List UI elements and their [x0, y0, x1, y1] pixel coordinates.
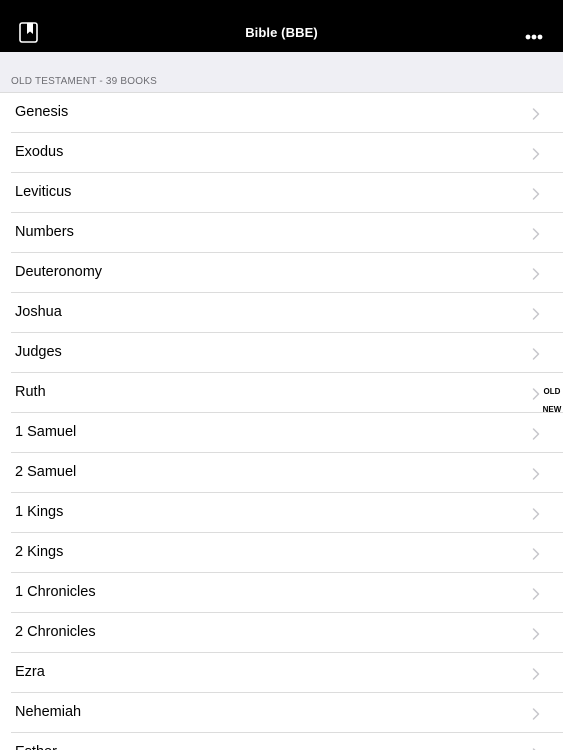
book-name: Joshua [15, 304, 62, 320]
book-name: 1 Chronicles [15, 584, 96, 600]
book-row[interactable]: Ezra [0, 653, 563, 693]
book-name: Leviticus [15, 184, 72, 200]
book-name: Ezra [15, 664, 45, 680]
index-item-old[interactable]: OLD [540, 384, 563, 402]
chevron-right-icon [532, 667, 540, 680]
chevron-right-icon [532, 107, 540, 120]
book-row[interactable]: Judges [0, 333, 563, 373]
book-row[interactable]: Deuteronomy [0, 253, 563, 293]
chevron-right-icon [532, 507, 540, 520]
book-name: Genesis [15, 104, 69, 120]
book-name: Judges [15, 344, 62, 360]
book-name: Deuteronomy [15, 264, 103, 280]
book-name: Exodus [15, 144, 64, 160]
section-header: OLD TESTAMENT - 39 BOOKS [0, 52, 563, 93]
book-name: Esther [15, 744, 57, 750]
book-row[interactable]: 2 Chronicles [0, 613, 563, 653]
book-name: 2 Kings [15, 544, 64, 560]
book-name: 2 Chronicles [15, 624, 96, 640]
book-name: Nehemiah [15, 704, 82, 720]
book-row[interactable]: 1 Kings [0, 493, 563, 533]
navigation-bar: Bible (BBE) [0, 0, 563, 52]
chevron-right-icon [532, 547, 540, 560]
book-row[interactable]: 2 Samuel [0, 453, 563, 493]
book-row[interactable]: Joshua [0, 293, 563, 333]
book-name: 2 Samuel [15, 464, 77, 480]
chevron-right-icon [532, 307, 540, 320]
book-name: 1 Kings [15, 504, 64, 520]
book-row[interactable]: Numbers [0, 213, 563, 253]
book-row[interactable]: 2 Kings [0, 533, 563, 573]
section-index-bar[interactable]: OLD NEW [540, 384, 563, 420]
chevron-right-icon [532, 427, 540, 440]
chevron-right-icon [532, 227, 540, 240]
chevron-right-icon [532, 467, 540, 480]
book-row[interactable]: Genesis [0, 93, 563, 133]
chevron-right-icon [532, 267, 540, 280]
book-row[interactable]: Ruth [0, 373, 563, 413]
book-row[interactable]: 1 Samuel [0, 413, 563, 453]
chevron-right-icon [532, 387, 540, 400]
book-name: Numbers [15, 224, 74, 240]
index-item-new[interactable]: NEW [540, 402, 563, 420]
book-list: Genesis Exodus Leviticus Numbers Deuteronomy… [0, 92, 563, 750]
book-name: Ruth [15, 384, 46, 400]
chevron-right-icon [532, 707, 540, 720]
chevron-right-icon [532, 587, 540, 600]
section-header-label: OLD TESTAMENT - 39 BOOKS [11, 76, 157, 87]
chevron-right-icon [532, 347, 540, 360]
chevron-right-icon [532, 187, 540, 200]
page-title: Bible (BBE) [245, 25, 318, 40]
book-row[interactable]: Leviticus [0, 173, 563, 213]
book-row[interactable]: Esther [0, 733, 563, 750]
book-row[interactable]: 1 Chronicles [0, 573, 563, 613]
chevron-right-icon [532, 147, 540, 160]
chevron-right-icon [532, 627, 540, 640]
book-row[interactable]: Exodus [0, 133, 563, 173]
book-row[interactable]: Nehemiah [0, 693, 563, 733]
book-name: 1 Samuel [15, 424, 77, 440]
more-icon[interactable] [525, 28, 543, 40]
